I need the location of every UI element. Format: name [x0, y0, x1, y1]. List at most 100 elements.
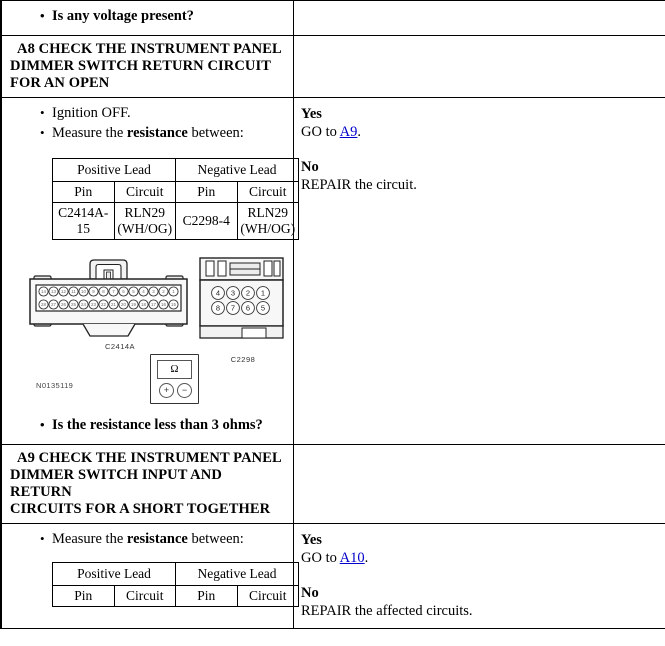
section-a9-step-list: Measure the resistance between:	[10, 529, 285, 550]
section-a8-yes-label: Yes	[301, 106, 322, 122]
step-2-post-text: between:	[187, 125, 244, 141]
section-a9-yes-label: Yes	[301, 532, 322, 548]
lead-column-header-row: Pin Circuit Pin Circuit	[52, 181, 299, 203]
section-a9-yes-action: GO to A10.	[301, 549, 658, 567]
svg-text:8: 8	[216, 304, 220, 313]
positive-pin-header: Pin	[52, 181, 115, 203]
ohmmeter-graphic: Ω + −	[150, 354, 199, 404]
section-a9-lead-table-wrap: Positive Lead Negative Lead Pin Circuit …	[10, 550, 299, 607]
a9-negative-lead-group-header: Negative Lead	[175, 562, 299, 586]
goto-a9-link[interactable]: A9	[340, 124, 358, 140]
connector-diagram-svg: 1413 1211 109 87 65 43 21 2827 2625	[29, 257, 284, 339]
a9-step-1-pre-text: Measure the	[52, 531, 127, 547]
a9-positive-pin-header: Pin	[52, 585, 115, 607]
connector-c2414a-label: C2414A	[104, 342, 136, 351]
svg-text:3: 3	[231, 289, 235, 298]
yes-action-post: .	[357, 124, 362, 140]
section-a8-yes-action: GO to A9.	[301, 123, 658, 141]
negative-lead-group-header: Negative Lead	[175, 158, 299, 182]
answer-spacer	[301, 141, 658, 158]
lead-group-header-row: Positive Lead Negative Lead	[52, 158, 299, 182]
a9-lead-column-header-row: Pin Circuit Pin Circuit	[52, 585, 299, 607]
lead-data-row: C2414A-15 RLN29 (WH/OG) C2298-4 RLN29 (W…	[52, 202, 299, 240]
a9-lead-group-header-row: Positive Lead Negative Lead	[52, 562, 299, 586]
a9-answer-spacer	[301, 567, 658, 584]
previous-step-list: Is any voltage present?	[10, 6, 285, 27]
ohmmeter-positive-terminal: +	[159, 383, 174, 398]
section-a8-step-2: Measure the resistance between:	[40, 123, 285, 144]
svg-text:14: 14	[41, 289, 46, 294]
svg-text:7: 7	[231, 304, 235, 313]
section-a8-header-cell: A8 CHECK THE INSTRUMENT PANEL DIMMER SWI…	[0, 35, 294, 98]
section-a9-lead-table: Positive Lead Negative Lead Pin Circuit …	[52, 562, 299, 607]
a9-yes-action-pre: GO to	[301, 550, 340, 566]
section-a8-title-line-1: A8 CHECK THE INSTRUMENT PANEL	[17, 41, 282, 57]
a9-positive-circuit-header: Circuit	[113, 585, 176, 607]
negative-circuit-value: RLN29 (WH/OG)	[236, 202, 299, 240]
section-a8-question: Is the resistance less than 3 ohms?	[40, 415, 285, 436]
step-2-bold-text: resistance	[126, 125, 188, 141]
positive-lead-group-header: Positive Lead	[52, 158, 176, 182]
previous-step-answers	[294, 1, 665, 16]
section-a8-no-action: REPAIR the circuit.	[301, 177, 417, 193]
svg-text:6: 6	[246, 304, 250, 313]
section-a8-answers: Yes GO to A9. No REPAIR the circuit.	[294, 98, 665, 202]
connector-c2414a-graphic: 1413 1211 109 87 65 43 21 2827 2625	[29, 259, 188, 337]
section-a8-lead-table: Positive Lead Negative Lead Pin Circuit …	[52, 158, 299, 240]
section-a8-left-cell: Ignition OFF. Measure the resistance bet…	[0, 97, 299, 445]
section-a8-right-cell: Yes GO to A9. No REPAIR the circuit.	[293, 97, 665, 445]
svg-text:23: 23	[91, 302, 96, 307]
positive-pin-value: C2414A-15	[52, 202, 115, 240]
svg-text:5: 5	[261, 304, 265, 313]
svg-text:25: 25	[71, 302, 76, 307]
section-a8-body-row: Ignition OFF. Measure the resistance bet…	[0, 97, 665, 445]
section-a9-no-label: No	[301, 585, 319, 601]
svg-text:2: 2	[246, 289, 250, 298]
a9-yes-action-post: .	[364, 550, 369, 566]
section-a9-right-cell: Yes GO to A10. No REPAIR the affected ci…	[293, 523, 665, 629]
section-a9-body-row: Measure the resistance between: Positive…	[0, 523, 665, 629]
connector-c2298-label: C2298	[230, 355, 256, 364]
positive-circuit-value: RLN29 (WH/OG)	[113, 202, 176, 240]
negative-pin-value: C2298-4	[175, 202, 238, 240]
section-a9-title-line-3: CIRCUITS FOR A SHORT TOGETHER	[10, 501, 271, 517]
svg-text:15: 15	[171, 302, 176, 307]
section-a9-steps-body: Measure the resistance between: Positive…	[2, 524, 299, 615]
previous-step-left-cell: Is any voltage present?	[0, 0, 294, 36]
section-a8-steps-body: Ignition OFF. Measure the resistance bet…	[2, 98, 299, 444]
section-a8-question-list: Is the resistance less than 3 ohms?	[10, 412, 285, 436]
previous-step-right-cell	[293, 0, 665, 36]
svg-text:20: 20	[121, 302, 126, 307]
section-a8-step-list: Ignition OFF. Measure the resistance bet…	[10, 103, 285, 144]
section-a9-title: A9 CHECK THE INSTRUMENT PANEL DIMMER SWI…	[2, 445, 293, 523]
goto-a10-link[interactable]: A10	[340, 550, 365, 566]
ohmmeter-display: Ω	[157, 360, 192, 379]
previous-step-row: Is any voltage present?	[0, 0, 665, 36]
section-a9-no-action: REPAIR the affected circuits.	[301, 603, 473, 619]
step-2-pre-text: Measure the	[52, 125, 127, 141]
section-a8-step-1: Ignition OFF.	[40, 103, 285, 124]
previous-step-body: Is any voltage present?	[2, 1, 293, 35]
svg-text:21: 21	[111, 302, 116, 307]
positive-circuit-header: Circuit	[113, 181, 176, 203]
svg-text:19: 19	[131, 302, 136, 307]
a9-step-1-bold-text: resistance	[126, 531, 188, 547]
svg-text:16: 16	[161, 302, 166, 307]
section-a8-title-line-2: DIMMER SWITCH RETURN CIRCUIT	[10, 58, 272, 74]
svg-text:13: 13	[51, 289, 56, 294]
figure-id-label: N0135119	[36, 381, 74, 390]
svg-text:12: 12	[61, 289, 66, 294]
svg-text:22: 22	[101, 302, 106, 307]
ohmmeter-negative-terminal: −	[177, 383, 192, 398]
section-a9-left-cell: Measure the resistance between: Positive…	[0, 523, 299, 629]
svg-text:27: 27	[51, 302, 56, 307]
section-a8-header-row: A8 CHECK THE INSTRUMENT PANEL DIMMER SWI…	[0, 35, 665, 98]
section-a9-answers: Yes GO to A10. No REPAIR the affected ci…	[294, 524, 665, 628]
negative-circuit-header: Circuit	[236, 181, 299, 203]
svg-text:17: 17	[151, 302, 156, 307]
a9-negative-pin-header: Pin	[175, 585, 238, 607]
svg-text:18: 18	[141, 302, 146, 307]
section-a9-step-1: Measure the resistance between:	[40, 529, 285, 550]
section-a8-lead-table-wrap: Positive Lead Negative Lead Pin Circuit …	[10, 144, 299, 240]
section-a9-header-cell: A9 CHECK THE INSTRUMENT PANEL DIMMER SWI…	[0, 444, 294, 524]
